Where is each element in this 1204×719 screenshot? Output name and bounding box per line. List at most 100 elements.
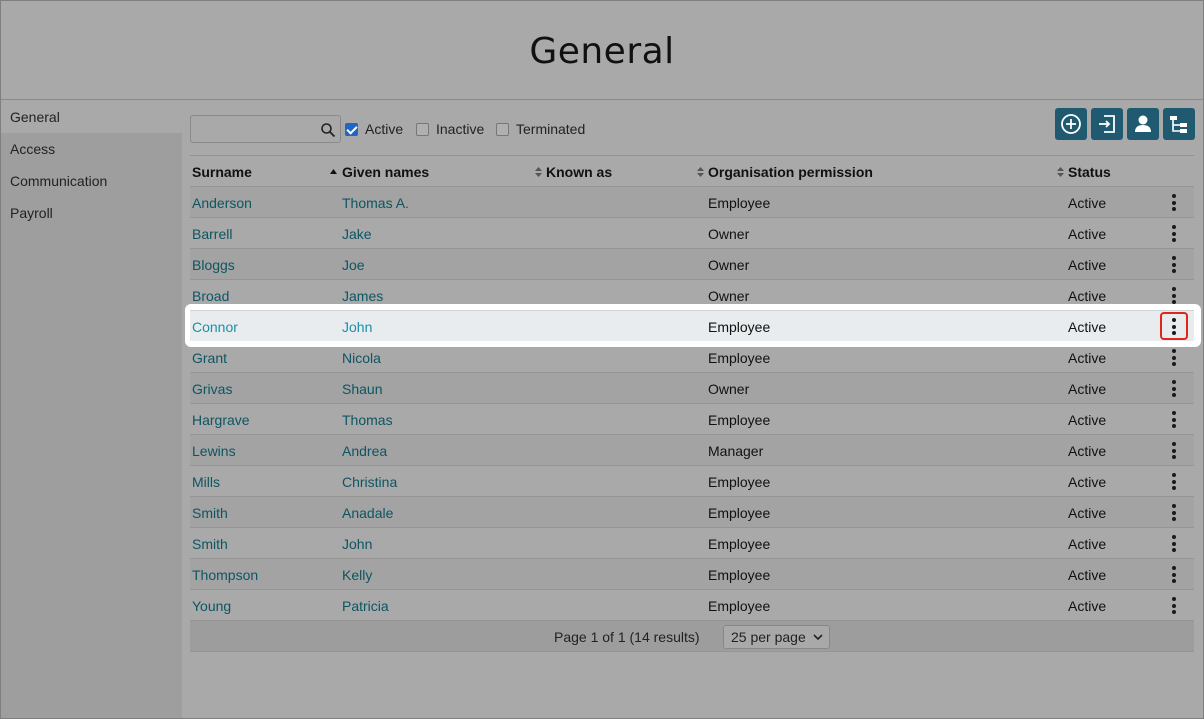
column-header-organisation-permission[interactable]: Organisation permission bbox=[708, 164, 873, 180]
row-menu-button[interactable] bbox=[1166, 564, 1182, 585]
given-names-link[interactable]: Shaun bbox=[342, 381, 382, 397]
surname-link[interactable]: Lewins bbox=[192, 443, 236, 459]
status-cell: Active bbox=[1068, 257, 1107, 273]
more-vertical-icon bbox=[1172, 194, 1176, 211]
sort-ascending-icon[interactable] bbox=[330, 168, 337, 178]
row-menu-button[interactable] bbox=[1166, 440, 1182, 461]
more-vertical-icon bbox=[1172, 535, 1176, 552]
search-icon[interactable] bbox=[320, 122, 336, 138]
table-row[interactable]: Smith Anadale Employee Active bbox=[190, 496, 1194, 527]
surname-link[interactable]: Anderson bbox=[192, 195, 252, 211]
given-names-link[interactable]: Nicola bbox=[342, 350, 381, 366]
status-cell: Active bbox=[1068, 443, 1107, 459]
column-header-known-as[interactable]: Known as bbox=[546, 164, 612, 180]
row-menu-button[interactable] bbox=[1166, 471, 1182, 492]
permission-cell: Employee bbox=[708, 474, 771, 490]
add-button[interactable] bbox=[1055, 108, 1087, 140]
surname-link[interactable]: Smith bbox=[192, 536, 228, 552]
given-names-link[interactable]: John bbox=[342, 536, 372, 552]
table-row[interactable]: Hargrave Thomas Employee Active bbox=[190, 403, 1194, 434]
sort-icon[interactable] bbox=[1057, 167, 1064, 177]
row-menu-button[interactable] bbox=[1166, 378, 1182, 399]
given-names-link[interactable]: Anadale bbox=[342, 505, 393, 521]
more-vertical-icon bbox=[1172, 473, 1176, 490]
surname-link[interactable]: Bloggs bbox=[192, 257, 235, 273]
table-row[interactable]: Thompson Kelly Employee Active bbox=[190, 558, 1194, 589]
table-row[interactable]: Anderson Thomas A. Employee Active bbox=[190, 186, 1194, 217]
filter-active[interactable]: Active bbox=[345, 121, 403, 137]
permission-cell: Manager bbox=[708, 443, 764, 459]
table-row[interactable]: Lewins Andrea Manager Active bbox=[190, 434, 1194, 465]
surname-link[interactable]: Hargrave bbox=[192, 412, 250, 428]
filter-terminated[interactable]: Terminated bbox=[496, 121, 585, 137]
table-row[interactable]: Mills Christina Employee Active bbox=[190, 465, 1194, 496]
given-names-link[interactable]: Jake bbox=[342, 226, 372, 242]
row-menu-button[interactable] bbox=[1166, 409, 1182, 430]
permission-cell: Employee bbox=[708, 350, 771, 366]
row-menu-button[interactable] bbox=[1166, 254, 1182, 275]
table-row-highlighted[interactable]: Connor John Employee Active bbox=[190, 310, 1194, 341]
row-menu-button[interactable] bbox=[1166, 502, 1182, 523]
given-names-link[interactable]: Thomas bbox=[342, 412, 393, 428]
given-names-link[interactable]: Kelly bbox=[342, 567, 372, 583]
search-input[interactable] bbox=[191, 116, 316, 142]
given-names-link[interactable]: Patricia bbox=[342, 598, 389, 614]
sidebar-item-communication[interactable]: Communication bbox=[1, 165, 182, 197]
column-header-status[interactable]: Status bbox=[1068, 164, 1111, 180]
page-info: Page 1 of 1 (14 results) bbox=[554, 629, 700, 645]
row-menu-button[interactable] bbox=[1166, 192, 1182, 213]
row-menu-button[interactable] bbox=[1166, 223, 1182, 244]
given-names-link[interactable]: John bbox=[342, 319, 372, 335]
surname-link[interactable]: Grivas bbox=[192, 381, 232, 397]
permission-cell: Owner bbox=[708, 257, 750, 273]
surname-link[interactable]: Thompson bbox=[192, 567, 258, 583]
sort-icon[interactable] bbox=[535, 167, 542, 177]
table-row[interactable]: Young Patricia Employee Active bbox=[190, 589, 1194, 620]
surname-link[interactable]: Grant bbox=[192, 350, 227, 366]
column-header-given-names[interactable]: Given names bbox=[342, 164, 429, 180]
hierarchy-button[interactable] bbox=[1163, 108, 1195, 140]
surname-link[interactable]: Mills bbox=[192, 474, 220, 490]
sidebar: General Access Communication Payroll bbox=[1, 101, 182, 718]
sidebar-item-general[interactable]: General bbox=[1, 101, 182, 133]
row-menu-button[interactable] bbox=[1166, 347, 1182, 368]
sort-icon[interactable] bbox=[697, 167, 704, 177]
hierarchy-icon bbox=[1170, 116, 1187, 133]
terminated-checkbox[interactable] bbox=[496, 122, 509, 136]
surname-link[interactable]: Young bbox=[192, 598, 231, 614]
active-checkbox[interactable] bbox=[345, 122, 358, 136]
surname-link[interactable]: Barrell bbox=[192, 226, 232, 242]
table-row[interactable]: Bloggs Joe Owner Active bbox=[190, 248, 1194, 279]
given-names-link[interactable]: James bbox=[342, 288, 383, 304]
surname-link[interactable]: Connor bbox=[192, 319, 238, 335]
filter-terminated-label: Terminated bbox=[516, 121, 586, 137]
filter-inactive[interactable]: Inactive bbox=[416, 121, 484, 137]
row-menu-button[interactable] bbox=[1166, 533, 1182, 554]
sidebar-item-label: Communication bbox=[10, 173, 108, 189]
table-row[interactable]: Grivas Shaun Owner Active bbox=[190, 372, 1194, 403]
column-header-surname[interactable]: Surname bbox=[192, 164, 252, 180]
row-menu-button[interactable] bbox=[1166, 595, 1182, 616]
table-row[interactable]: Barrell Jake Owner Active bbox=[190, 217, 1194, 248]
column-header-label: Known as bbox=[546, 164, 613, 180]
import-icon bbox=[1099, 115, 1115, 133]
surname-link[interactable]: Broad bbox=[192, 288, 229, 304]
import-button[interactable] bbox=[1091, 108, 1123, 140]
table-row[interactable]: Smith John Employee Active bbox=[190, 527, 1194, 558]
permission-cell: Employee bbox=[708, 505, 771, 521]
inactive-checkbox[interactable] bbox=[416, 122, 429, 136]
given-names-link[interactable]: Joe bbox=[342, 257, 365, 273]
main-content: Active Inactive Terminated Surname Given… bbox=[182, 101, 1203, 718]
surname-link[interactable]: Smith bbox=[192, 505, 228, 521]
given-names-link[interactable]: Andrea bbox=[342, 443, 387, 459]
sidebar-item-label: Payroll bbox=[10, 205, 53, 221]
given-names-link[interactable]: Christina bbox=[342, 474, 397, 490]
user-button[interactable] bbox=[1127, 108, 1159, 140]
given-names-link[interactable]: Thomas A. bbox=[342, 195, 409, 211]
status-cell: Active bbox=[1068, 567, 1107, 583]
row-menu-button[interactable] bbox=[1166, 285, 1182, 306]
sidebar-item-access[interactable]: Access bbox=[1, 133, 182, 165]
per-page-select[interactable]: 25 per page bbox=[723, 625, 830, 649]
sidebar-item-payroll[interactable]: Payroll bbox=[1, 197, 182, 229]
status-cell: Active bbox=[1068, 412, 1107, 428]
